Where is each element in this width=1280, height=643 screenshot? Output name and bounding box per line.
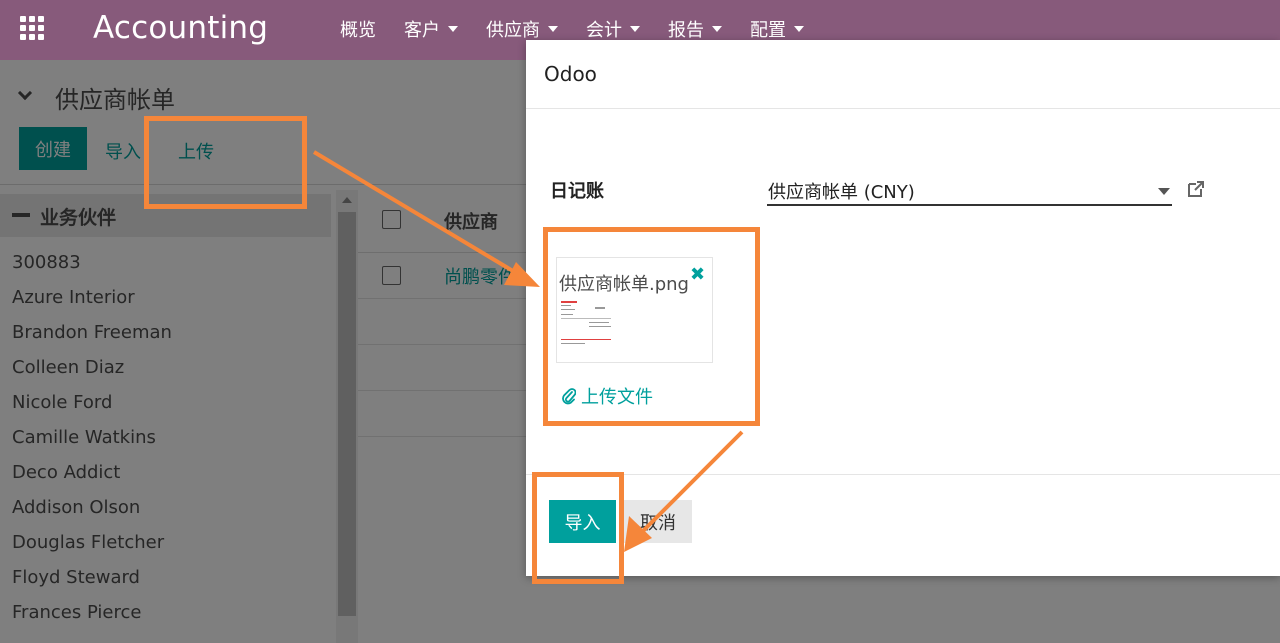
annotation-box-attachment xyxy=(543,227,760,426)
dialog-title: Odoo xyxy=(544,62,597,86)
chevron-down-icon xyxy=(712,26,722,32)
journal-select[interactable]: 供应商帐单 (CNY) xyxy=(767,172,1172,206)
annotation-box-upload xyxy=(144,116,307,209)
menu-customers-label: 客户 xyxy=(404,20,440,41)
menu-configuration[interactable]: 配置 xyxy=(750,16,804,42)
chevron-down-icon[interactable] xyxy=(1158,188,1170,195)
app-brand[interactable]: Accounting xyxy=(93,10,268,46)
journal-value: 供应商帐单 (CNY) xyxy=(768,182,915,203)
chevron-down-icon xyxy=(794,26,804,32)
menu-reporting-label: 报告 xyxy=(668,20,704,41)
external-link-icon[interactable] xyxy=(1186,179,1206,199)
chevron-down-icon xyxy=(630,26,640,32)
menu-vendors-label: 供应商 xyxy=(486,20,540,41)
cancel-button[interactable]: 取消 xyxy=(624,500,692,543)
main-menu: 概览 客户 供应商 会计 报告 配置 xyxy=(340,16,832,42)
chevron-down-icon xyxy=(548,26,558,32)
menu-overview[interactable]: 概览 xyxy=(340,16,376,42)
menu-configuration-label: 配置 xyxy=(750,20,786,41)
journal-label: 日记账 xyxy=(550,181,604,202)
annotation-box-import xyxy=(532,472,624,584)
menu-accounting-label: 会计 xyxy=(586,20,622,41)
menu-reporting[interactable]: 报告 xyxy=(668,16,722,42)
apps-grid-icon[interactable] xyxy=(18,14,46,40)
dialog-header: Odoo xyxy=(526,40,1280,109)
menu-customers[interactable]: 客户 xyxy=(404,16,458,42)
menu-accounting[interactable]: 会计 xyxy=(586,16,640,42)
menu-overview-label: 概览 xyxy=(340,20,376,41)
menu-vendors[interactable]: 供应商 xyxy=(486,16,558,42)
chevron-down-icon xyxy=(448,26,458,32)
